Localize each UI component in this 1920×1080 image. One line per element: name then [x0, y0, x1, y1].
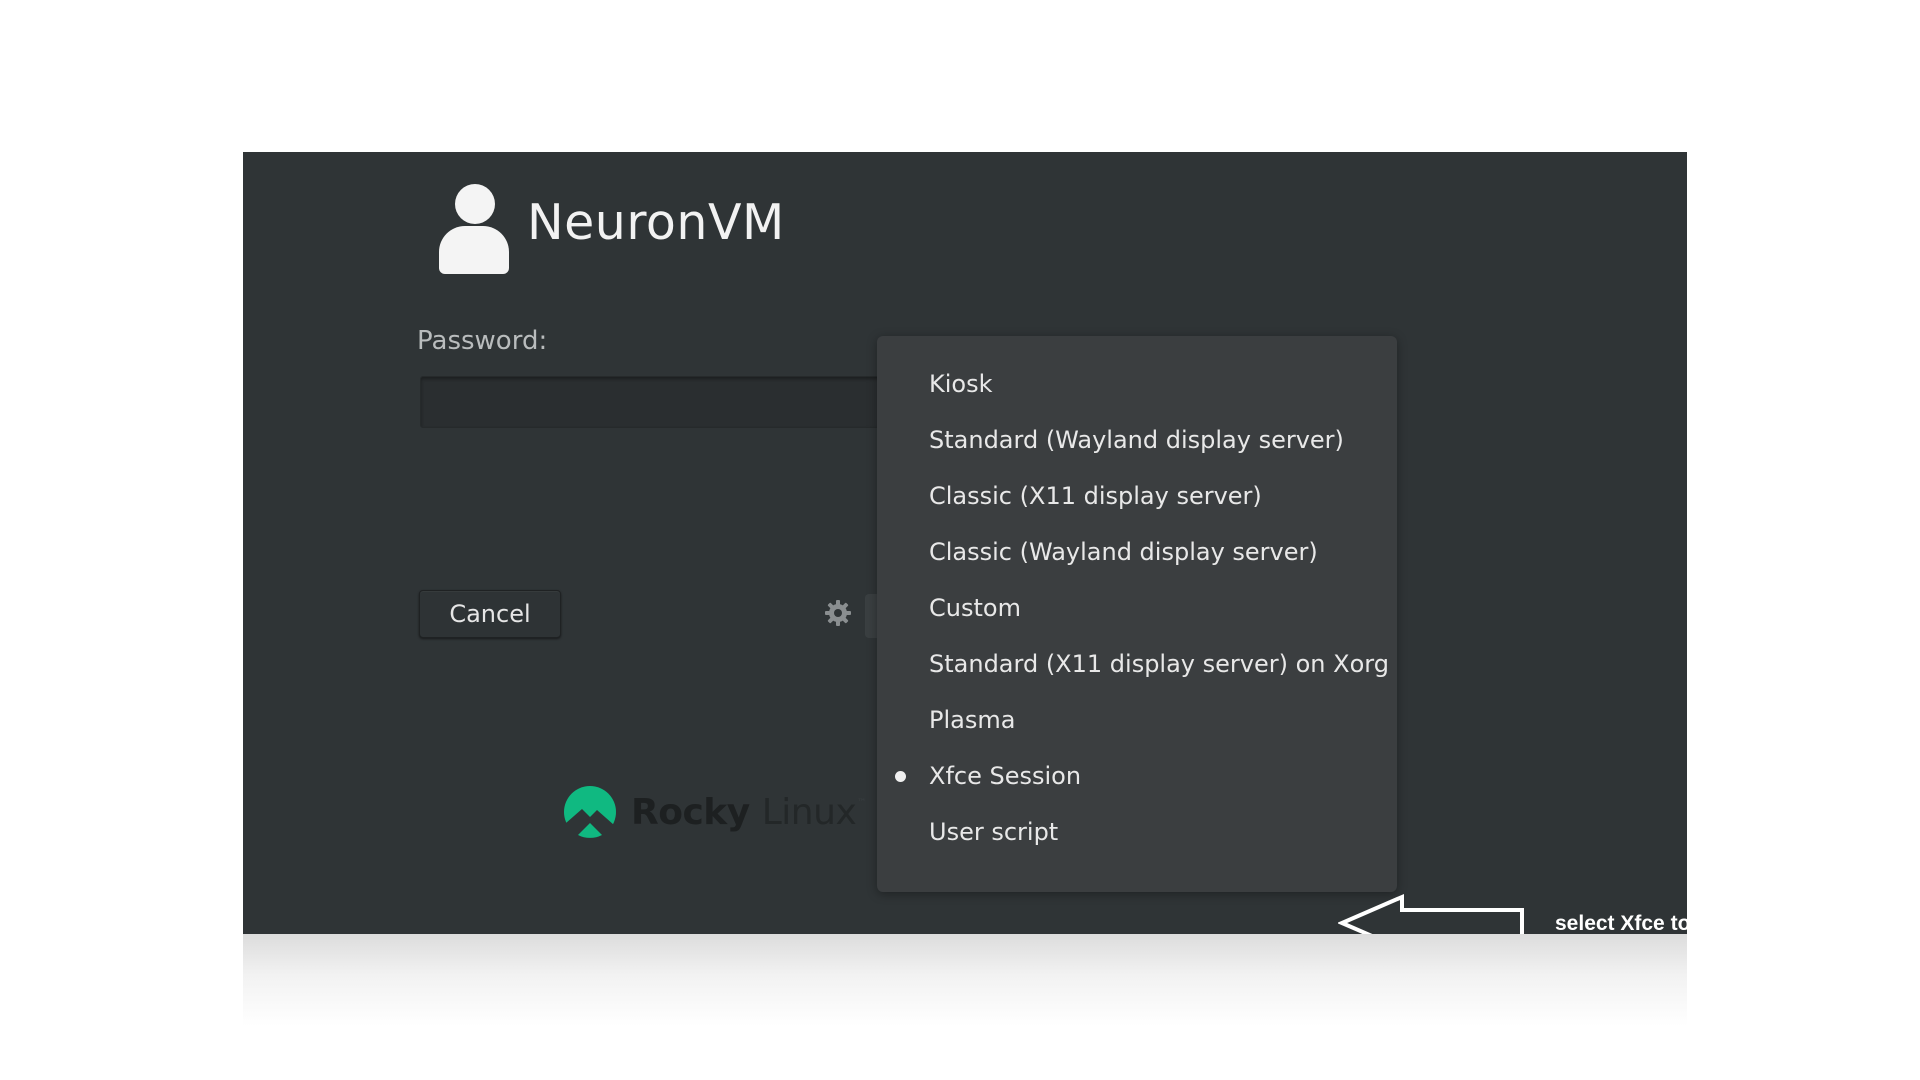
logo-trademark: ™ [857, 798, 867, 808]
session-item-standard-wayland[interactable]: Standard (Wayland display server) [877, 412, 1397, 468]
password-label: Password: [417, 326, 548, 356]
session-menu: Kiosk Standard (Wayland display server) … [877, 336, 1397, 892]
session-item-custom[interactable]: Custom [877, 580, 1397, 636]
session-item-classic-x11[interactable]: Classic (X11 display server) [877, 468, 1397, 524]
session-item-label: Standard (X11 display server) on Xorg [929, 650, 1389, 678]
session-item-label: Kiosk [929, 370, 993, 398]
rocky-linux-logo-icon [564, 786, 616, 839]
logo-wordmark: Rocky Linux [631, 791, 857, 833]
screen-reflection [243, 934, 1687, 1026]
session-item-standard-x11-xorg[interactable]: Standard (X11 display server) on Xorg [877, 636, 1397, 692]
user-avatar-icon [439, 184, 511, 276]
session-item-plasma[interactable]: Plasma [877, 692, 1397, 748]
session-item-label: Custom [929, 594, 1021, 622]
left-arrow-icon [1338, 893, 1524, 934]
session-button-edge [865, 594, 877, 638]
session-item-user-script[interactable]: User script [877, 804, 1397, 860]
rocky-linux-logo: Rocky Linux ™ [563, 782, 866, 842]
logo-wordmark-light: Linux [761, 791, 857, 833]
session-item-label: Classic (X11 display server) [929, 482, 1262, 510]
annotation-text: select Xfce to use it as your GUI [1555, 912, 1687, 934]
session-item-classic-wayland[interactable]: Classic (Wayland display server) [877, 524, 1397, 580]
login-screen: NeuronVM Password: Cancel Rocky Linux ™ … [243, 152, 1687, 934]
username-label: NeuronVM [527, 194, 785, 251]
session-item-label: Classic (Wayland display server) [929, 538, 1318, 566]
cancel-button[interactable]: Cancel [419, 590, 561, 638]
session-item-label: Plasma [929, 706, 1016, 734]
session-item-label: Xfce Session [929, 762, 1082, 790]
logo-wordmark-bold: Rocky [631, 791, 750, 833]
selected-indicator-icon [895, 771, 906, 782]
session-item-label: Standard (Wayland display server) [929, 426, 1344, 454]
page: NeuronVM Password: Cancel Rocky Linux ™ … [0, 0, 1920, 1080]
session-item-kiosk[interactable]: Kiosk [877, 356, 1397, 412]
session-item-label: User script [929, 818, 1059, 846]
gear-icon[interactable] [823, 598, 853, 628]
password-input[interactable] [420, 376, 882, 428]
session-item-xfce[interactable]: Xfce Session [877, 748, 1397, 804]
